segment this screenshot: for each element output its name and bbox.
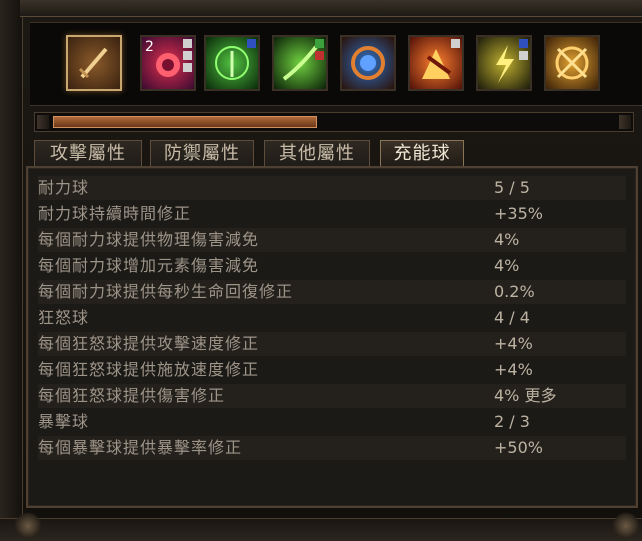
stat-label: 每個狂怒球提供傷害修正 <box>38 386 226 405</box>
stat-row: 每個耐力球增加元素傷害減免 4% <box>38 254 626 278</box>
stat-row: 耐力球持續時間修正 +35% <box>38 202 626 226</box>
stat-row: 每個耐力球提供物理傷害減免 4% <box>38 228 626 252</box>
stat-label: 狂怒球 <box>38 308 90 327</box>
stat-label: 耐力球 <box>38 178 90 197</box>
progress-right-cap <box>619 115 631 129</box>
blue-swirl-skill-icon <box>351 46 385 80</box>
skill-slot-4[interactable] <box>272 35 328 91</box>
golden-crosshair-skill-icon <box>555 46 589 80</box>
white-gem-icon <box>183 51 192 60</box>
stat-row: 每個狂怒球提供攻擊速度修正 +4% <box>38 332 626 356</box>
stat-value: 4% <box>494 230 520 249</box>
tab-defense[interactable]: 防禦屬性 <box>150 140 254 167</box>
stat-value: +50% <box>494 438 543 457</box>
tab-label: 攻擊屬性 <box>50 143 126 164</box>
stat-row: 耐力球 5 / 5 <box>38 176 626 200</box>
stat-value: +35% <box>494 204 543 223</box>
stat-label: 每個狂怒球提供施放速度修正 <box>38 360 260 379</box>
frame-top-border <box>20 0 642 17</box>
skill-slot-2[interactable]: 2 <box>140 35 196 91</box>
skill-slot-3[interactable] <box>204 35 260 91</box>
red-gem-icon <box>315 51 324 60</box>
stats-panel: 耐力球 5 / 5 耐力球持續時間修正 +35% 每個耐力球提供物理傷害減免 4… <box>26 166 638 508</box>
stat-row: 狂怒球 4 / 4 <box>38 306 626 330</box>
skill-slot-6[interactable] <box>408 35 464 91</box>
white-gem-icon <box>183 39 192 48</box>
stat-row: 每個狂怒球提供傷害修正 4% 更多 <box>38 384 626 408</box>
skill-slot-7[interactable] <box>476 35 532 91</box>
frame-bottom-border <box>0 518 642 541</box>
stat-label: 耐力球持續時間修正 <box>38 204 192 223</box>
tab-label: 防禦屬性 <box>164 143 240 164</box>
stat-label: 暴擊球 <box>38 412 90 431</box>
stat-label: 每個狂怒球提供攻擊速度修正 <box>38 334 260 353</box>
stat-row: 每個暴擊球提供暴擊率修正 +50% <box>38 436 626 460</box>
green-gem-icon <box>315 39 324 48</box>
tab-label: 其他屬性 <box>279 143 355 164</box>
stat-label: 每個耐力球提供每秒生命回復修正 <box>38 282 294 301</box>
stat-row: 暴擊球 2 / 3 <box>38 410 626 434</box>
stat-label: 每個暴擊球提供暴擊率修正 <box>38 438 243 457</box>
stat-value: 0.2% <box>494 282 535 301</box>
blue-gem-icon <box>519 39 528 48</box>
progress-fill <box>53 116 317 128</box>
tab-misc[interactable]: 其他屬性 <box>264 140 370 167</box>
skill-bar: 2 <box>30 22 642 106</box>
stat-label: 每個耐力球增加元素傷害減免 <box>38 256 260 275</box>
corner-ornament-icon <box>14 512 42 540</box>
stat-value: +4% <box>494 334 533 353</box>
blue-gem-icon <box>247 39 256 48</box>
progress-left-cap <box>37 115 49 129</box>
skill-slot-1[interactable] <box>66 35 122 91</box>
sword-skill-icon <box>78 47 108 79</box>
tab-offense[interactable]: 攻擊屬性 <box>34 140 142 167</box>
corner-ornament-icon <box>612 512 640 540</box>
stat-row: 每個狂怒球提供施放速度修正 +4% <box>38 358 626 382</box>
stat-value: +4% <box>494 360 533 379</box>
white-gem-icon <box>519 51 528 60</box>
experience-progress-bar <box>34 112 634 132</box>
skill-count: 2 <box>145 39 154 55</box>
tab-label: 充能球 <box>393 143 451 164</box>
stat-value: 5 / 5 <box>494 178 530 197</box>
stat-value: 4% <box>494 256 520 275</box>
stat-label: 每個耐力球提供物理傷害減免 <box>38 230 260 249</box>
white-gem-icon <box>451 39 460 48</box>
stat-value: 4% 更多 <box>494 386 557 405</box>
tab-charges[interactable]: 充能球 <box>380 140 464 168</box>
frame-left-border <box>0 0 23 540</box>
white-gem-icon <box>183 63 192 72</box>
stat-value: 2 / 3 <box>494 412 530 431</box>
skill-slot-8[interactable] <box>544 35 600 91</box>
stat-row: 每個耐力球提供每秒生命回復修正 0.2% <box>38 280 626 304</box>
skill-slot-5[interactable] <box>340 35 396 91</box>
stat-value: 4 / 4 <box>494 308 530 327</box>
